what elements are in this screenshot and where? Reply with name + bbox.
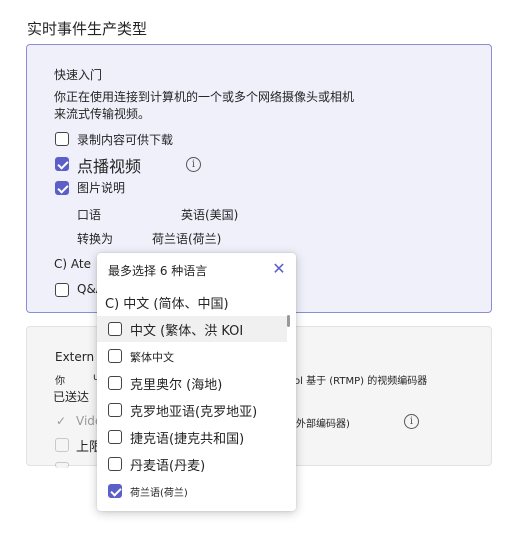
- extern-info-icon[interactable]: i: [404, 414, 419, 429]
- section-title: 实时事件生产类型: [27, 20, 148, 38]
- language-checkbox[interactable]: [108, 349, 122, 363]
- record-checkbox[interactable]: [55, 132, 69, 146]
- language-item[interactable]: 繁体中文: [97, 343, 287, 369]
- language-checkbox[interactable]: [108, 322, 122, 336]
- language-first-line: C) 中文 (简体、中国): [105, 297, 229, 312]
- language-checkbox[interactable]: [108, 457, 122, 471]
- record-label: 录制内容可供下载: [77, 133, 174, 147]
- language-item[interactable]: 捷克语(捷克共和国): [97, 424, 287, 450]
- language-item[interactable]: 中文 (繁体、洪 KOI: [97, 316, 287, 342]
- ate-label: C) Ate: [54, 257, 91, 271]
- language-checkbox[interactable]: [108, 430, 122, 444]
- language-label: 繁体中文: [130, 351, 174, 364]
- popup-title: 最多选择 6 种语言: [108, 264, 208, 278]
- captions-label: 图片说明: [77, 181, 126, 195]
- check-icon: ✓: [56, 414, 67, 428]
- language-item[interactable]: 克里奥尔 (海地): [97, 370, 287, 396]
- language-item[interactable]: 丹麦语(丹麦): [97, 451, 287, 477]
- language-label: 捷克语(捷克共和国): [130, 432, 245, 447]
- spoken-language-value[interactable]: 英语(美国): [181, 206, 238, 223]
- language-label: 丹麦语(丹麦): [130, 459, 206, 474]
- language-label: 克里奥尔 (海地): [130, 378, 223, 393]
- spoken-language-label: 口语: [77, 208, 102, 222]
- qa-checkbox[interactable]: [55, 283, 69, 297]
- language-label: 克罗地亚语(克罗地亚): [130, 405, 258, 420]
- language-checkbox[interactable]: [108, 376, 122, 390]
- language-item[interactable]: 荷兰语(荷兰): [97, 478, 287, 504]
- language-picker-popup[interactable]: 最多选择 6 种语言 ✕ C) 中文 (简体、中国) 中文 (繁体、洪 KOI …: [97, 253, 296, 511]
- extern-desc-right: ol 基于 (RTMP) 的视频编码器: [294, 376, 428, 387]
- extern-more-checkbox[interactable]: [55, 462, 69, 468]
- extern-upper-checkbox[interactable]: [55, 438, 69, 452]
- vod-label: 点播视频: [77, 157, 142, 176]
- translate-label: 转换为: [77, 232, 114, 246]
- language-label: 荷兰语(荷兰): [130, 488, 188, 499]
- quick-start-title: 快速入门: [54, 68, 103, 82]
- extern-desc-line2: 已送达: [53, 390, 90, 404]
- extern-title: Extern: [55, 350, 95, 364]
- extern-desc-left: 你: [55, 376, 65, 387]
- quick-start-desc-line2: 来流式传输视频。: [54, 107, 151, 121]
- scrollbar[interactable]: [287, 315, 290, 327]
- language-label: 中文 (繁体、洪 KOI: [130, 324, 244, 339]
- close-icon[interactable]: ✕: [271, 261, 287, 277]
- extern-video-right: 外部编码器): [296, 419, 350, 430]
- captions-checkbox[interactable]: [55, 181, 69, 195]
- translate-value[interactable]: 荷兰语(荷兰): [152, 230, 221, 247]
- vod-checkbox[interactable]: [55, 157, 69, 171]
- language-checkbox[interactable]: [108, 403, 122, 417]
- quick-start-desc-line1: 你正在使用连接到计算机的一个或多个网络摄像头或相机: [54, 90, 355, 104]
- info-icon[interactable]: i: [186, 157, 201, 172]
- language-item[interactable]: 克罗地亚语(克罗地亚): [97, 397, 287, 423]
- language-checkbox[interactable]: [108, 484, 122, 498]
